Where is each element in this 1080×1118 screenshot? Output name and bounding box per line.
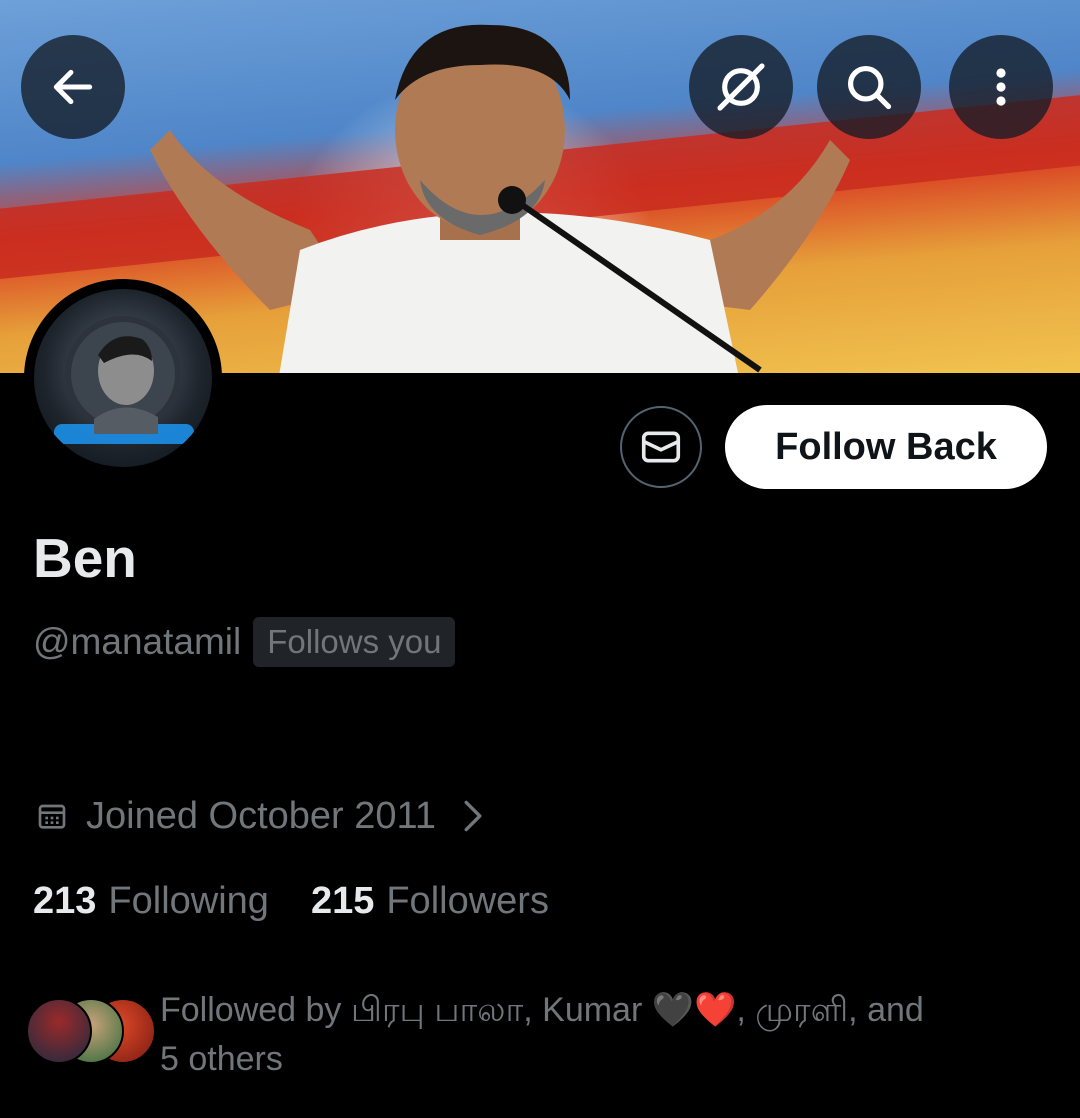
profile-name: Ben	[33, 527, 137, 589]
followers-link[interactable]: 215 Followers	[311, 880, 549, 923]
mutual-followers-avatars[interactable]	[26, 998, 156, 1064]
follow-counts: 213 Following 215 Followers	[33, 876, 549, 926]
following-count: 213	[33, 879, 97, 922]
chevron-right-icon[interactable]	[462, 799, 484, 833]
search-icon	[847, 65, 892, 110]
follow-back-button[interactable]: Follow Back	[725, 405, 1047, 489]
avatar-image	[34, 289, 212, 467]
back-button[interactable]	[21, 35, 125, 139]
followed-by-line-2: 5 others	[160, 1040, 283, 1078]
grok-button[interactable]	[689, 35, 793, 139]
arrow-left-icon	[53, 69, 93, 105]
calendar-icon	[38, 804, 66, 829]
search-button[interactable]	[817, 35, 921, 139]
follows-you-badge: Follows you	[253, 617, 456, 667]
joined-row[interactable]: Joined October 2011	[36, 790, 484, 842]
followed-by-text[interactable]: Followed by பிரபு பாலா, Kumar 🖤❤️, முரளி…	[160, 986, 1060, 1084]
followed-by-line-1: Followed by பிரபு பாலா, Kumar 🖤❤️, முரளி…	[160, 991, 924, 1029]
grok-icon	[717, 63, 765, 111]
following-link[interactable]: 213 Following	[33, 880, 269, 923]
handle-row: @manatamil Follows you	[33, 617, 456, 667]
message-button[interactable]	[620, 406, 702, 488]
profile-avatar[interactable]	[24, 279, 222, 477]
joined-date: Joined October 2011	[86, 794, 436, 837]
followers-count: 215	[310, 879, 375, 922]
profile-handle: @manatamil	[33, 621, 242, 662]
more-vertical-icon	[996, 68, 1006, 106]
followers-label: Followers	[386, 879, 549, 922]
mutual-avatar-1	[26, 998, 92, 1064]
envelope-icon	[641, 431, 681, 463]
more-button[interactable]	[949, 35, 1053, 139]
following-label: Following	[108, 879, 269, 922]
